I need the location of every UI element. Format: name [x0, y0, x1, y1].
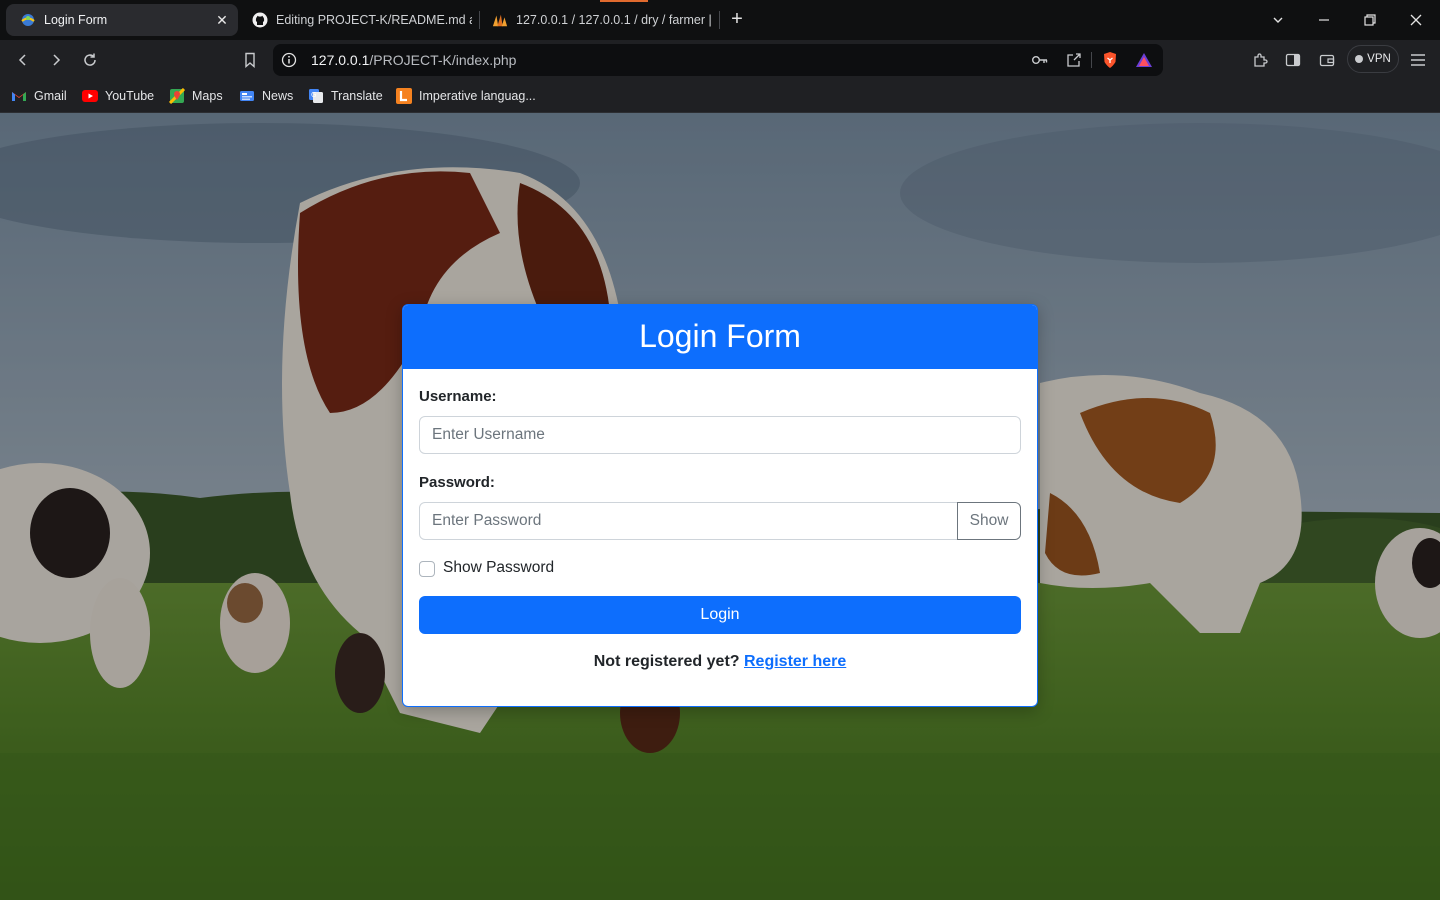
browser-toolbar: 127.0.0.1/PROJECT-K/index.php VPN — [0, 40, 1440, 80]
register-prompt: Not registered yet? Register here — [403, 653, 1037, 671]
tab-strip: Login Form ✕ Editing PROJECT-K/README.md… — [0, 0, 1440, 40]
extensions-icon[interactable] — [1250, 50, 1270, 70]
bookmark-label: YouTube — [105, 89, 155, 103]
reload-icon[interactable] — [80, 50, 100, 70]
page-viewport: Login Form Username: Enter Username Pass… — [0, 113, 1440, 900]
show-password-label[interactable]: Show Password — [443, 559, 554, 577]
url-host: 127.0.0.1 — [311, 52, 370, 68]
translate-icon: G — [308, 88, 324, 104]
bookmark-translate[interactable]: G Translate — [308, 86, 383, 106]
tab-phpmyadmin[interactable]: 127.0.0.1 / 127.0.0.1 / dry / farmer | p — [478, 4, 712, 36]
url-separator — [1091, 52, 1092, 68]
back-icon[interactable] — [13, 50, 33, 70]
tab-title: 127.0.0.1 / 127.0.0.1 / dry / farmer | p — [516, 13, 712, 27]
tab-github-readme[interactable]: Editing PROJECT-K/README.md at m — [238, 4, 472, 36]
bookmark-label: Gmail — [34, 89, 67, 103]
bookmark-maps[interactable]: Maps — [169, 86, 223, 106]
bookmark-news[interactable]: News — [239, 86, 293, 106]
site-info-icon[interactable] — [281, 52, 297, 68]
new-tab-button[interactable]: + — [726, 9, 748, 31]
login-card: Login Form Username: Enter Username Pass… — [402, 304, 1038, 707]
forward-icon[interactable] — [46, 50, 66, 70]
github-icon — [252, 12, 268, 28]
vpn-status-icon — [1355, 55, 1364, 63]
bookmark-youtube[interactable]: YouTube — [82, 86, 154, 106]
tab-loading-indicator — [600, 0, 648, 2]
password-input[interactable]: Enter Password — [419, 502, 958, 540]
vpn-label: VPN — [1367, 53, 1391, 65]
menu-icon[interactable] — [1408, 50, 1428, 70]
address-bar[interactable]: 127.0.0.1/PROJECT-K/index.php — [273, 44, 1163, 76]
share-icon[interactable] — [1066, 52, 1082, 68]
login-favicon — [20, 12, 36, 28]
gmail-icon — [11, 88, 27, 104]
youtube-icon — [82, 88, 98, 104]
bookmark-icon[interactable] — [240, 50, 260, 70]
tab-search-chevron-icon[interactable] — [1268, 10, 1288, 30]
bookmark-label: Translate — [331, 89, 383, 103]
brave-rewards-icon[interactable] — [1135, 51, 1153, 69]
tab-separator — [719, 11, 720, 29]
l-icon — [396, 88, 412, 104]
url-path: /PROJECT-K/index.php — [369, 52, 517, 68]
close-window-icon[interactable] — [1406, 10, 1426, 30]
username-input[interactable]: Enter Username — [419, 416, 1021, 454]
restore-icon[interactable] — [1360, 10, 1380, 30]
bookmark-imperative-language[interactable]: Imperative languag... — [396, 86, 536, 106]
tab-title: Login Form — [44, 13, 108, 27]
phpmyadmin-icon — [492, 12, 508, 28]
login-button[interactable]: Login — [419, 596, 1021, 634]
bookmark-label: Imperative languag... — [419, 89, 536, 103]
tab-login-form[interactable]: Login Form ✕ — [6, 4, 238, 36]
show-password-button[interactable]: Show — [957, 502, 1021, 540]
brave-shields-icon[interactable] — [1101, 51, 1119, 69]
close-tab-icon[interactable]: ✕ — [214, 12, 230, 28]
key-icon[interactable] — [1031, 52, 1049, 68]
register-prompt-text: Not registered yet? — [593, 653, 740, 670]
bookmark-label: Maps — [192, 89, 223, 103]
password-label: Password: — [419, 474, 495, 491]
url-text: 127.0.0.1/PROJECT-K/index.php — [311, 52, 516, 68]
svg-text:G: G — [311, 91, 316, 99]
wallet-icon[interactable] — [1317, 50, 1337, 70]
username-label: Username: — [419, 388, 497, 405]
bookmarks-bar: Gmail YouTube Maps News G Translate Impe… — [0, 80, 1440, 113]
bookmark-label: News — [262, 89, 294, 103]
news-icon — [239, 88, 255, 104]
vpn-button[interactable]: VPN — [1347, 45, 1399, 73]
login-title: Login Form — [403, 305, 1037, 369]
maps-icon — [169, 88, 185, 104]
sidebar-icon[interactable] — [1283, 50, 1303, 70]
bookmark-gmail[interactable]: Gmail — [11, 86, 67, 106]
tab-title: Editing PROJECT-K/README.md at m — [276, 13, 472, 27]
show-password-checkbox[interactable] — [419, 561, 435, 577]
register-link[interactable]: Register here — [744, 653, 846, 670]
minimize-icon[interactable] — [1314, 10, 1334, 30]
